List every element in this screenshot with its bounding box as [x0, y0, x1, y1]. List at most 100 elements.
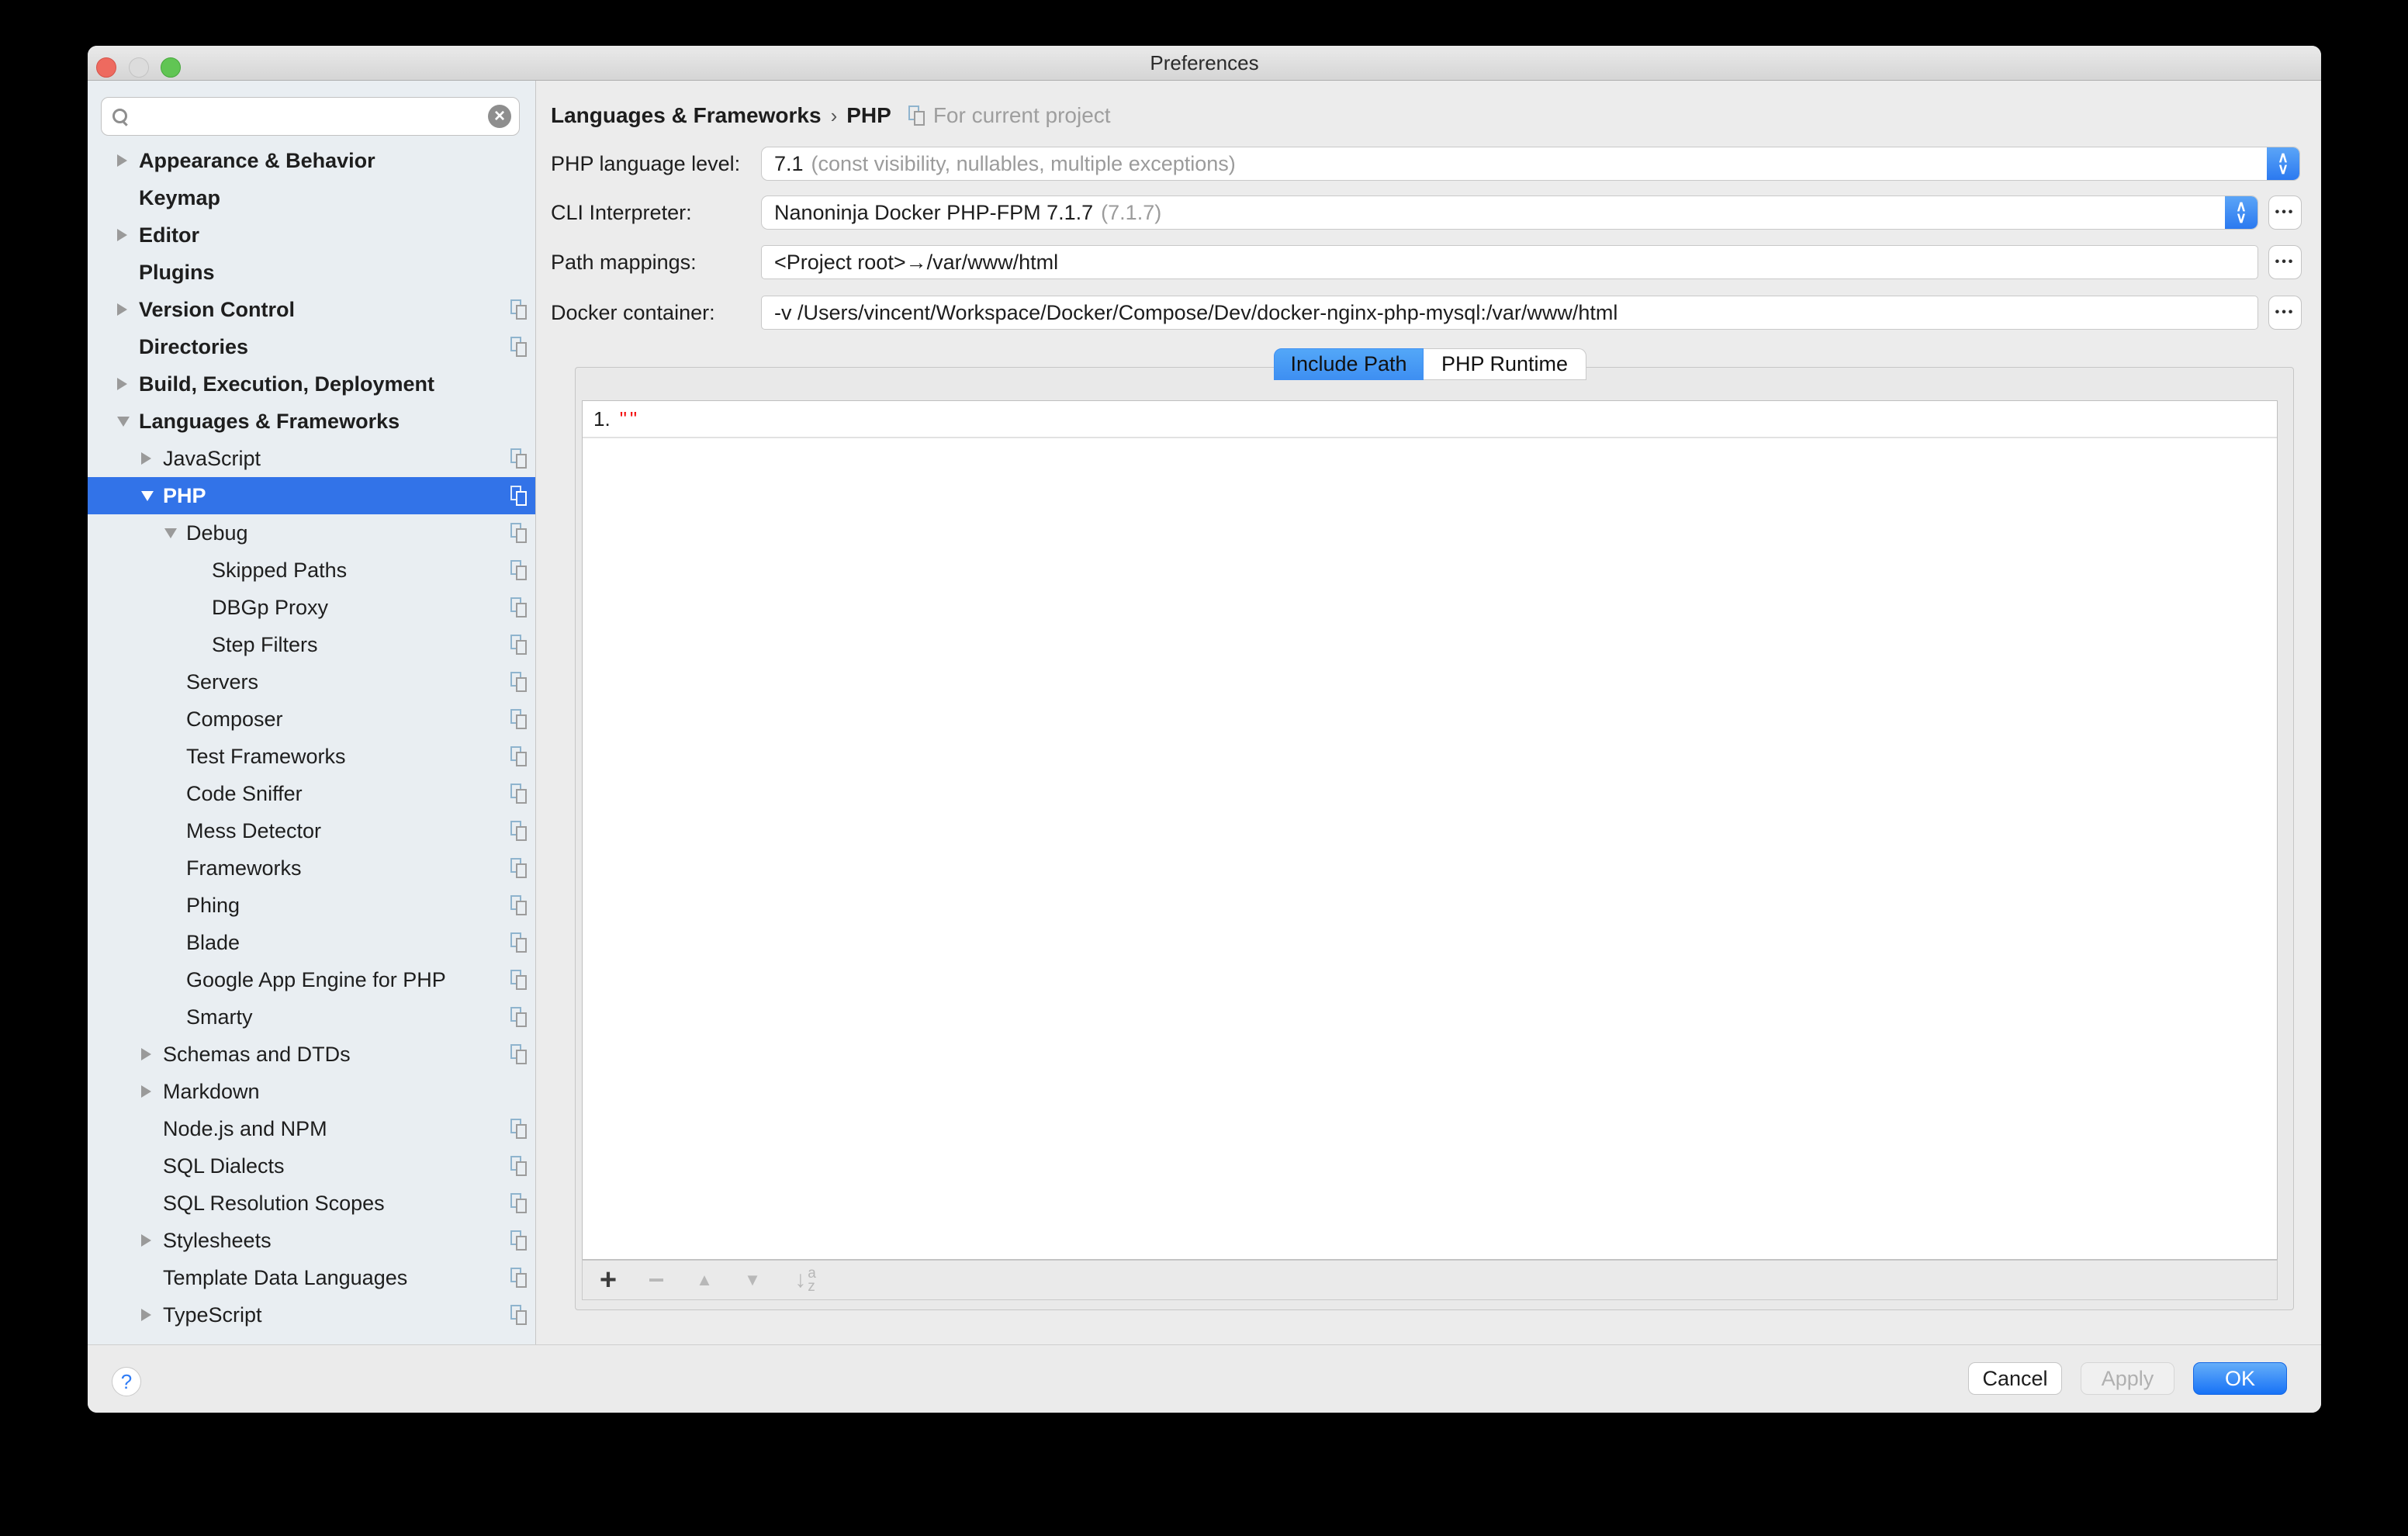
sidebar-item-label: Google App Engine for PHP	[186, 968, 446, 992]
sidebar-item-build-execution-deployment[interactable]: Build, Execution, Deployment	[88, 365, 535, 403]
sidebar-item-composer[interactable]: Composer	[88, 701, 535, 738]
sidebar-item-code-sniffer[interactable]: Code Sniffer	[88, 775, 535, 812]
sidebar-item-schemas-and-dtds[interactable]: Schemas and DTDs	[88, 1036, 535, 1073]
project-settings-copy-icon	[510, 1305, 528, 1325]
chevron-right-icon[interactable]	[141, 1048, 163, 1060]
breadcrumb: Languages & Frameworks › PHP For current…	[551, 101, 1111, 130]
path-mappings-value: <Project root>→/var/www/html	[774, 251, 1058, 275]
sidebar-item-test-frameworks[interactable]: Test Frameworks	[88, 738, 535, 775]
tab-include-path[interactable]: Include Path	[1274, 348, 1424, 380]
project-settings-copy-icon	[510, 486, 528, 506]
sidebar-item-label: Test Frameworks	[186, 745, 346, 769]
cancel-button[interactable]: Cancel	[1968, 1362, 2062, 1395]
list-item[interactable]: 1. ""	[583, 401, 2277, 438]
sidebar-item-label: Template Data Languages	[163, 1266, 407, 1290]
sidebar-item-typescript[interactable]: TypeScript	[88, 1296, 535, 1334]
sidebar-item-stylesheets[interactable]: Stylesheets	[88, 1222, 535, 1259]
chevron-right-icon[interactable]	[117, 378, 139, 390]
move-up-button[interactable]: ▲	[691, 1264, 718, 1296]
docker-container-field[interactable]: -v /Users/vincent/Workspace/Docker/Compo…	[761, 296, 2258, 330]
stepper-icon[interactable]: ∧∨	[2225, 196, 2258, 229]
chevron-right-icon[interactable]	[141, 1085, 163, 1098]
sidebar-item-sql-dialects[interactable]: SQL Dialects	[88, 1147, 535, 1185]
sidebar-item-google-app-engine-for-php[interactable]: Google App Engine for PHP	[88, 961, 535, 998]
chevron-down-icon[interactable]	[117, 417, 139, 427]
cli-interpreter-browse-button[interactable]: •••	[2268, 195, 2302, 230]
move-down-button[interactable]: ▼	[739, 1264, 766, 1296]
sidebar-item-version-control[interactable]: Version Control	[88, 291, 535, 328]
sidebar-item-label: JavaScript	[163, 447, 261, 471]
sidebar-item-dbgp-proxy[interactable]: DBGp Proxy	[88, 589, 535, 626]
sidebar-item-label: Languages & Frameworks	[139, 410, 400, 434]
sidebar-item-frameworks[interactable]: Frameworks	[88, 849, 535, 887]
sidebar-item-label: Code Sniffer	[186, 782, 303, 806]
sidebar-item-blade[interactable]: Blade	[88, 924, 535, 961]
window-title: Preferences	[88, 46, 2321, 80]
list-item-index: 1.	[593, 407, 611, 431]
ok-button[interactable]: OK	[2193, 1362, 2287, 1395]
include-path-panel: 1. "" + − ▲ ▼ ↓ a z	[575, 367, 2294, 1310]
project-settings-copy-icon	[510, 821, 528, 841]
sidebar-item-sql-resolution-scopes[interactable]: SQL Resolution Scopes	[88, 1185, 535, 1222]
chevron-right-icon[interactable]	[141, 1309, 163, 1321]
sidebar-item-label: DBGp Proxy	[212, 596, 328, 620]
sidebar-item-directories[interactable]: Directories	[88, 328, 535, 365]
sidebar-item-mess-detector[interactable]: Mess Detector	[88, 812, 535, 849]
include-path-tabs: Include Path PHP Runtime	[1274, 348, 1586, 380]
search-input[interactable]	[128, 101, 488, 132]
php-language-level-value: 7.1	[774, 152, 804, 176]
stepper-icon[interactable]: ∧∨	[2267, 147, 2299, 180]
sidebar-item-php[interactable]: PHP	[88, 477, 535, 514]
chevron-right-icon[interactable]	[117, 229, 139, 241]
clear-search-icon[interactable]: ×	[488, 105, 511, 128]
project-settings-copy-icon	[510, 932, 528, 953]
cli-interpreter-select[interactable]: Nanoninja Docker PHP-FPM 7.1.7 (7.1.7) ∧…	[761, 195, 2258, 230]
project-settings-copy-icon	[510, 1007, 528, 1027]
sidebar-item-editor[interactable]: Editor	[88, 216, 535, 254]
settings-search-field[interactable]: ×	[101, 97, 520, 136]
sidebar-item-phing[interactable]: Phing	[88, 887, 535, 924]
sidebar-item-step-filters[interactable]: Step Filters	[88, 626, 535, 663]
chevron-right-icon[interactable]	[117, 303, 139, 316]
sidebar-item-keymap[interactable]: Keymap	[88, 179, 535, 216]
include-path-list[interactable]: 1. ""	[582, 400, 2278, 1260]
project-settings-copy-icon	[510, 1230, 528, 1251]
php-language-level-select[interactable]: 7.1 (const visibility, nullables, multip…	[761, 147, 2300, 181]
chevron-down-icon[interactable]	[164, 528, 186, 538]
sidebar-item-label: Step Filters	[212, 633, 318, 657]
sidebar-item-label: Composer	[186, 707, 283, 732]
docker-container-browse-button[interactable]: •••	[2268, 296, 2302, 330]
chevron-down-icon[interactable]	[141, 491, 163, 501]
sidebar-item-servers[interactable]: Servers	[88, 663, 535, 701]
sidebar-item-plugins[interactable]: Plugins	[88, 254, 535, 291]
help-button[interactable]: ?	[112, 1367, 141, 1396]
sidebar-item-skipped-paths[interactable]: Skipped Paths	[88, 552, 535, 589]
sidebar-item-javascript[interactable]: JavaScript	[88, 440, 535, 477]
sidebar-item-template-data-languages[interactable]: Template Data Languages	[88, 1259, 535, 1296]
sidebar-item-appearance-behavior[interactable]: Appearance & Behavior	[88, 142, 535, 179]
sidebar-item-label: Plugins	[139, 261, 215, 285]
sidebar-item-smarty[interactable]: Smarty	[88, 998, 535, 1036]
sort-alphabetically-button[interactable]: ↓ a z	[792, 1264, 818, 1296]
tab-php-runtime[interactable]: PHP Runtime	[1424, 348, 1586, 380]
apply-button[interactable]: Apply	[2081, 1362, 2174, 1395]
project-settings-copy-icon	[510, 709, 528, 729]
chevron-right-icon[interactable]	[141, 452, 163, 465]
project-settings-copy-icon	[510, 858, 528, 878]
chevron-right-icon[interactable]	[117, 154, 139, 167]
project-settings-copy-icon	[510, 635, 528, 655]
remove-button[interactable]: −	[643, 1264, 669, 1296]
for-current-project-label: For current project	[933, 103, 1111, 128]
add-button[interactable]: +	[595, 1264, 621, 1296]
path-mappings-browse-button[interactable]: •••	[2268, 245, 2302, 279]
project-settings-copy-icon	[510, 746, 528, 766]
chevron-right-icon[interactable]	[141, 1234, 163, 1247]
sidebar-item-debug[interactable]: Debug	[88, 514, 535, 552]
sidebar-item-label: Build, Execution, Deployment	[139, 372, 434, 396]
sidebar-item-languages-frameworks[interactable]: Languages & Frameworks	[88, 403, 535, 440]
sidebar-item-markdown[interactable]: Markdown	[88, 1073, 535, 1110]
sidebar-item-node-js-and-npm[interactable]: Node.js and NPM	[88, 1110, 535, 1147]
path-mappings-field[interactable]: <Project root>→/var/www/html	[761, 245, 2258, 279]
cli-interpreter-note: (7.1.7)	[1101, 201, 1161, 225]
list-item-value: ""	[620, 407, 640, 431]
